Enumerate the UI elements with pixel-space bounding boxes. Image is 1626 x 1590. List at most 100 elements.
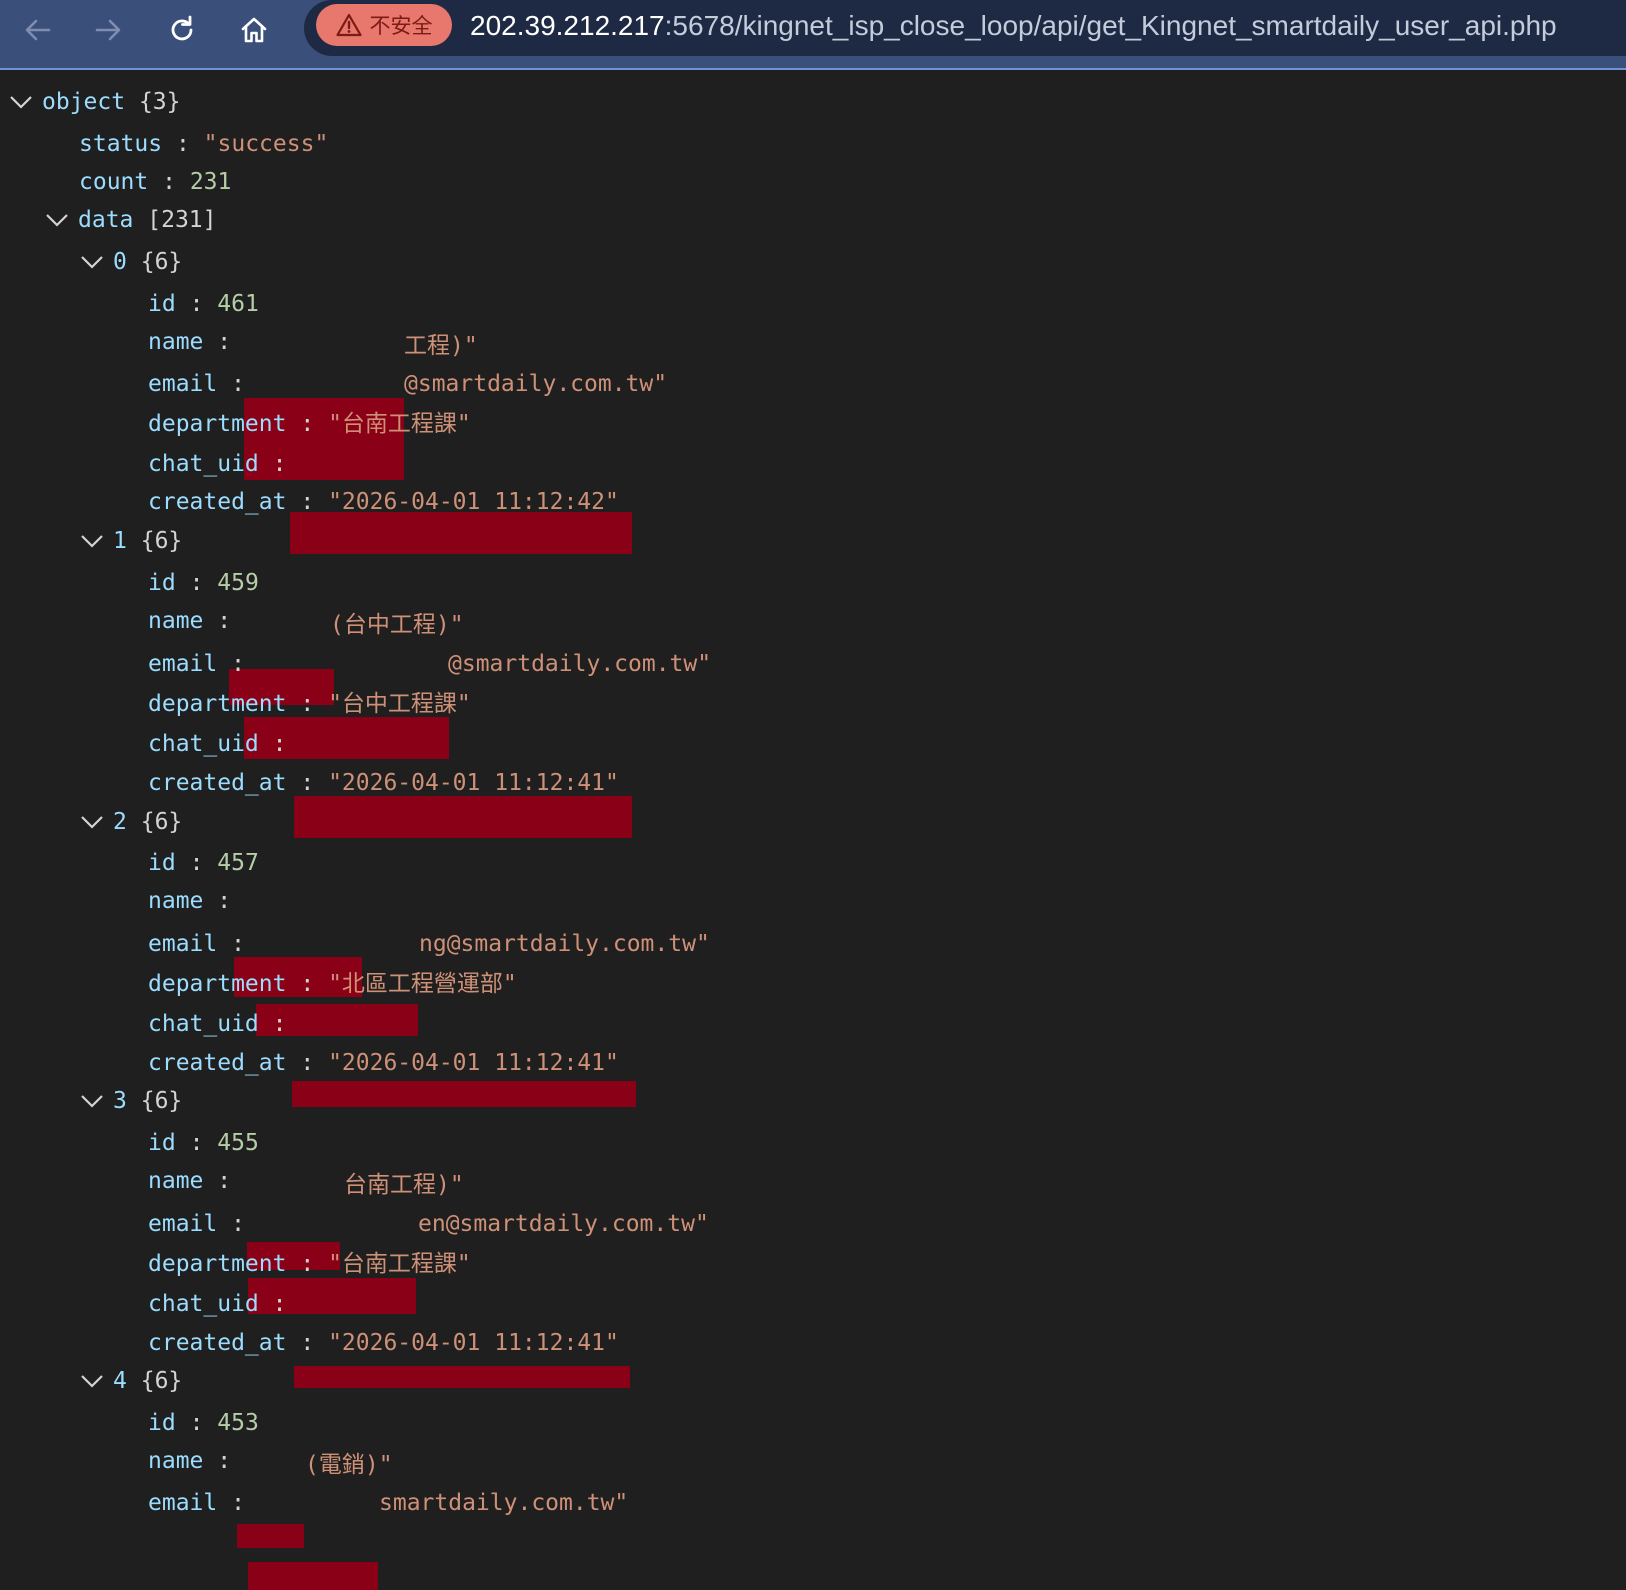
- field-id: id : 455: [148, 1123, 259, 1163]
- colon: :: [217, 329, 232, 355]
- chevron-down-icon[interactable]: [42, 200, 78, 240]
- home-button[interactable]: [230, 6, 278, 54]
- json-root-row[interactable]: object {3}: [6, 82, 181, 122]
- item-index: 1: [113, 528, 127, 554]
- key-id: id: [148, 570, 176, 596]
- redaction-box: [294, 1366, 630, 1388]
- not-secure-badge[interactable]: 不安全: [316, 4, 452, 46]
- json-viewer: object {3} status : "success" count : 23…: [0, 72, 1626, 1590]
- colon: :: [300, 1050, 315, 1076]
- value-id: 457: [217, 850, 259, 876]
- reload-button[interactable]: [158, 6, 206, 54]
- value-email-partial: @smartdaily.com.tw": [404, 371, 668, 397]
- value-created-at: "2026-04-01 11:12:42": [328, 489, 619, 515]
- key-name: name: [148, 329, 204, 355]
- colon: :: [300, 971, 315, 997]
- field-created-at: created_at : "2026-04-01 11:12:42": [148, 482, 619, 522]
- chevron-down-icon[interactable]: [77, 242, 113, 282]
- value-email-partial: smartdaily.com.tw": [379, 1490, 629, 1516]
- value-name-partial: (台中工程)": [330, 612, 464, 638]
- back-button[interactable]: [14, 6, 62, 54]
- count-key: count: [79, 169, 149, 195]
- colon: :: [300, 1330, 315, 1356]
- value-email-partial: ng@smartdaily.com.tw": [419, 931, 710, 957]
- key-id: id: [148, 291, 176, 317]
- value-id: 459: [217, 570, 259, 596]
- item-header[interactable]: 4 {6}: [77, 1361, 182, 1401]
- chevron-down-icon[interactable]: [77, 521, 113, 561]
- field-chat-uid: chat_uid :: [148, 1284, 287, 1324]
- value-created-at: "2026-04-01 11:12:41": [328, 1050, 619, 1076]
- field-email: email :: [148, 644, 245, 684]
- warning-icon: [335, 13, 362, 37]
- value-name-partial: 台南工程)": [344, 1172, 464, 1198]
- key-chat-uid: chat_uid: [148, 1011, 259, 1037]
- key-email: email: [148, 1490, 218, 1516]
- field-department: department : "台南工程課": [148, 1244, 471, 1284]
- key-email: email: [148, 931, 218, 957]
- key-name: name: [148, 888, 204, 914]
- value-department: "台南工程課": [328, 411, 471, 437]
- forward-button[interactable]: [84, 6, 132, 54]
- key-department: department: [148, 971, 287, 997]
- item-index: 0: [113, 249, 127, 275]
- chevron-down-icon[interactable]: [77, 802, 113, 842]
- colon: :: [231, 1490, 245, 1516]
- key-email: email: [148, 1211, 218, 1237]
- value-id: 461: [217, 291, 259, 317]
- field-email: email :: [148, 1483, 245, 1523]
- item-header[interactable]: 3 {6}: [77, 1081, 182, 1121]
- key-created-at: created_at: [148, 1330, 287, 1356]
- item-index: 2: [113, 809, 127, 835]
- key-name: name: [148, 1168, 204, 1194]
- key-id: id: [148, 1410, 176, 1436]
- field-chat-uid: chat_uid :: [148, 444, 287, 484]
- key-chat-uid: chat_uid: [148, 731, 259, 757]
- item-header[interactable]: 2 {6}: [77, 802, 182, 842]
- item-header[interactable]: 1 {6}: [77, 521, 182, 561]
- key-name: name: [148, 608, 204, 634]
- arrow-right-icon: [95, 19, 121, 41]
- value-email-partial: en@smartdaily.com.tw": [418, 1211, 709, 1237]
- item-index: 4: [113, 1368, 127, 1394]
- colon: :: [217, 1448, 232, 1474]
- field-name: name :: [148, 1161, 231, 1201]
- chevron-down-icon[interactable]: [77, 1081, 113, 1121]
- key-created-at: created_at: [148, 770, 287, 796]
- colon: :: [231, 371, 245, 397]
- key-chat-uid: chat_uid: [148, 451, 259, 477]
- field-department: department : "台中工程課": [148, 684, 471, 724]
- colon: :: [217, 1168, 232, 1194]
- value-department: "北區工程營運部": [328, 971, 517, 997]
- field-name: name :: [148, 322, 231, 362]
- colon: :: [272, 1011, 287, 1037]
- field-name: name :: [148, 601, 231, 641]
- colon: :: [300, 770, 315, 796]
- colon: :: [231, 651, 245, 677]
- count-value: 231: [189, 169, 232, 195]
- key-created-at: created_at: [148, 489, 287, 515]
- field-name: name :: [148, 1441, 231, 1481]
- value-department: "台中工程課": [328, 691, 471, 717]
- item-header[interactable]: 0 {6}: [77, 242, 182, 282]
- data-key: data: [78, 207, 134, 233]
- key-department: department: [148, 1251, 287, 1277]
- colon: :: [272, 731, 287, 757]
- url-text[interactable]: 202.39.212.217:5678/kingnet_isp_close_lo…: [470, 8, 1557, 44]
- chevron-down-icon[interactable]: [77, 1361, 113, 1401]
- item-size: {6}: [140, 809, 183, 835]
- status-key: status: [79, 131, 163, 157]
- home-icon: [241, 17, 267, 43]
- url-path: :5678/kingnet_isp_close_loop/api/get_Kin…: [664, 10, 1557, 41]
- colon: :: [300, 1251, 315, 1277]
- field-email: email :: [148, 1204, 245, 1244]
- field-name: name :: [148, 881, 231, 921]
- field-email: email :: [148, 364, 245, 404]
- colon: :: [175, 131, 190, 157]
- item-index: 3: [113, 1088, 127, 1114]
- value-id: 455: [217, 1130, 259, 1156]
- chevron-down-icon[interactable]: [6, 82, 42, 122]
- data-array-row[interactable]: data [231]: [42, 200, 217, 240]
- field-chat-uid: chat_uid :: [148, 724, 287, 764]
- reload-icon: [171, 15, 193, 41]
